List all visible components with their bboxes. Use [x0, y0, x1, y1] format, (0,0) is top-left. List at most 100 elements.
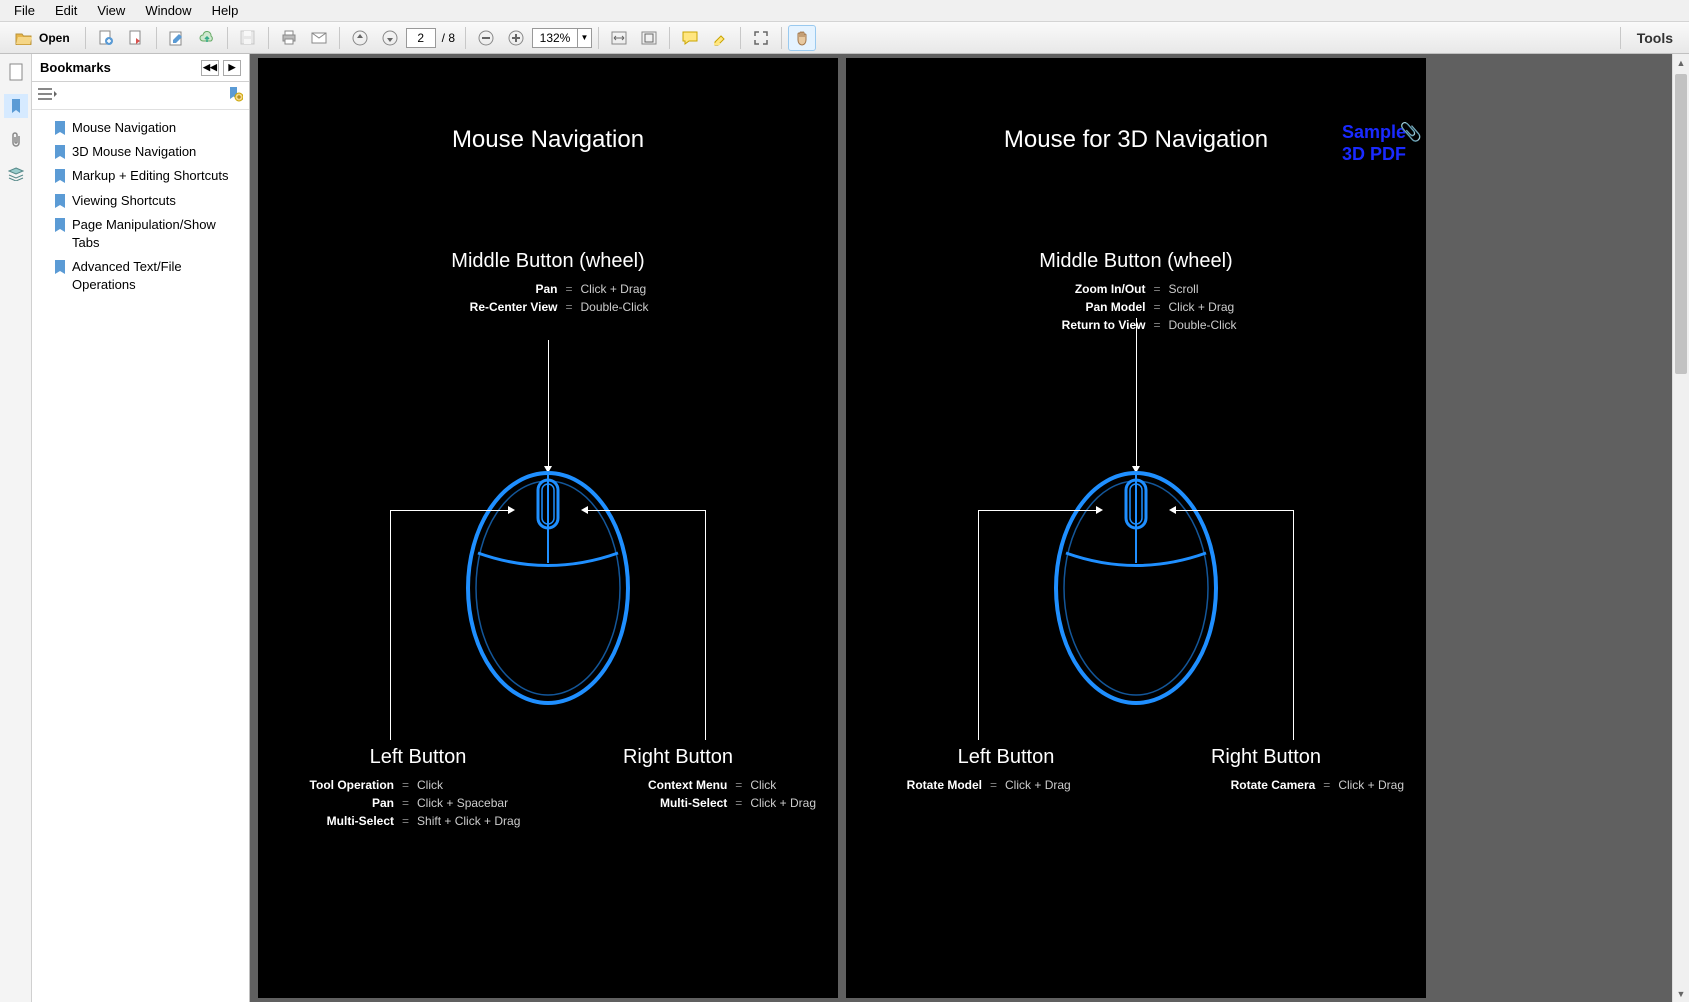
menu-edit[interactable]: Edit	[45, 1, 87, 20]
attachment-pin-icon: 📎	[1400, 122, 1422, 143]
menu-view[interactable]: View	[87, 1, 135, 20]
document-view[interactable]: Mouse Navigation Middle Button (wheel) P…	[250, 54, 1689, 1002]
layers-icon	[8, 167, 24, 181]
chevron-down-icon[interactable]: ▼	[577, 29, 591, 47]
connector-line	[1174, 510, 1294, 511]
email-button[interactable]	[305, 25, 333, 51]
toolbar: Open / 8 132% ▼ Tools	[0, 22, 1689, 54]
bookmark-item[interactable]: Page Manipulation/Show Tabs	[36, 213, 245, 255]
left-button-shortcuts: Rotate Model=Click + Drag	[884, 778, 1071, 796]
bookmark-item[interactable]: Viewing Shortcuts	[36, 189, 245, 213]
layers-tab[interactable]	[4, 162, 28, 186]
bookmarks-title: Bookmarks	[40, 60, 111, 75]
fit-width-icon	[611, 31, 627, 45]
bookmark-options-button[interactable]	[38, 87, 58, 104]
separator	[598, 27, 599, 49]
bookmark-ribbon-icon	[9, 98, 23, 114]
shortcut-action: Return to View	[1035, 318, 1145, 332]
print-button[interactable]	[275, 25, 303, 51]
scroll-thumb[interactable]	[1675, 74, 1687, 374]
minus-circle-icon	[478, 30, 494, 46]
save-button[interactable]	[234, 25, 262, 51]
menu-window[interactable]: Window	[135, 1, 201, 20]
fullscreen-button[interactable]	[747, 25, 775, 51]
create-pdf-button[interactable]	[92, 25, 120, 51]
connector-line	[390, 510, 391, 740]
printer-icon	[281, 30, 297, 45]
bookmark-item[interactable]: Mouse Navigation	[36, 116, 245, 140]
scroll-down-button[interactable]: ▼	[1673, 985, 1689, 1002]
connector-line	[1293, 510, 1294, 740]
menubar: File Edit View Window Help	[0, 0, 1689, 22]
equals-label: =	[735, 778, 742, 792]
vertical-scrollbar[interactable]: ▲ ▼	[1672, 54, 1689, 1002]
bookmark-item[interactable]: 3D Mouse Navigation	[36, 140, 245, 164]
comment-icon	[682, 31, 698, 45]
plus-circle-icon	[508, 30, 524, 46]
open-label: Open	[39, 31, 70, 45]
hand-tool-button[interactable]	[788, 25, 816, 51]
bookmark-item[interactable]: Advanced Text/File Operations	[36, 255, 245, 297]
right-button-heading: Right Button	[1166, 746, 1366, 769]
separator	[85, 27, 86, 49]
zoom-out-button[interactable]	[472, 25, 500, 51]
arrow-right-icon	[1096, 506, 1103, 514]
sticky-note-button[interactable]	[676, 25, 704, 51]
page-number-input[interactable]	[406, 28, 436, 48]
pdf-page: Mouse Navigation Middle Button (wheel) P…	[258, 58, 838, 998]
bookmarks-tree: Mouse Navigation 3D Mouse Navigation Mar…	[32, 110, 249, 1002]
menu-help[interactable]: Help	[202, 1, 249, 20]
fit-page-button[interactable]	[635, 25, 663, 51]
shortcut-keys: Click + Drag	[580, 282, 646, 296]
zoom-level-select[interactable]: 132% ▼	[532, 28, 592, 48]
scroll-up-button[interactable]: ▲	[1673, 54, 1689, 71]
middle-button-shortcuts: Pan=Click + DragRe-Center View=Double-Cl…	[447, 282, 648, 318]
cloud-button[interactable]	[193, 25, 221, 51]
shortcut-action: Pan Model	[1035, 300, 1145, 314]
shortcut-action: Pan	[447, 282, 557, 296]
pdf-page: Mouse for 3D Navigation Sample3D PDF📎 Mi…	[846, 58, 1426, 998]
fit-width-button[interactable]	[605, 25, 633, 51]
bookmarks-tab[interactable]	[4, 94, 28, 118]
equals-label: =	[1153, 300, 1160, 314]
bookmark-icon	[54, 121, 66, 135]
bookmark-add-icon	[227, 86, 243, 102]
close-panel-button[interactable]: ▶	[223, 60, 241, 76]
page-up-button[interactable]	[346, 25, 374, 51]
shortcut-keys: Double-Click	[580, 300, 648, 314]
watermark-label: Sample3D PDF	[1342, 122, 1406, 165]
zoom-in-button[interactable]	[502, 25, 530, 51]
shortcut-action: Re-Center View	[447, 300, 557, 314]
page-down-button[interactable]	[376, 25, 404, 51]
left-button-heading: Left Button	[318, 746, 518, 769]
attachments-tab[interactable]	[4, 128, 28, 152]
edit-button[interactable]	[163, 25, 191, 51]
left-button-heading: Left Button	[906, 746, 1106, 769]
export-pdf-button[interactable]	[122, 25, 150, 51]
mouse-diagram	[458, 438, 638, 708]
right-button-shortcuts: Rotate Camera=Click + Drag	[1215, 778, 1404, 796]
arrow-up-circle-icon	[352, 30, 368, 46]
right-button-heading: Right Button	[578, 746, 778, 769]
tools-panel-toggle[interactable]: Tools	[1627, 30, 1683, 46]
open-button[interactable]: Open	[6, 25, 79, 51]
equals-label: =	[402, 778, 409, 792]
folder-open-icon	[15, 31, 33, 45]
thumbnails-tab[interactable]	[4, 60, 28, 84]
hand-icon	[794, 30, 810, 46]
highlighter-icon	[712, 30, 728, 46]
bookmarks-toolbar	[32, 82, 249, 110]
menu-file[interactable]: File	[4, 1, 45, 20]
shortcut-keys: Click + Spacebar	[417, 796, 508, 810]
cloud-up-icon	[198, 31, 216, 45]
new-bookmark-button[interactable]	[227, 86, 243, 105]
shortcut-action: Context Menu	[627, 778, 727, 792]
collapse-panel-button[interactable]: ◀◀	[201, 60, 219, 76]
equals-label: =	[1153, 282, 1160, 296]
highlight-button[interactable]	[706, 25, 734, 51]
page-heading: Mouse Navigation	[258, 126, 838, 154]
bookmark-item[interactable]: Markup + Editing Shortcuts	[36, 164, 245, 188]
nav-strip	[0, 54, 32, 1002]
bookmark-label: Mouse Navigation	[72, 119, 176, 137]
page-heading: Mouse for 3D Navigation	[846, 126, 1426, 154]
